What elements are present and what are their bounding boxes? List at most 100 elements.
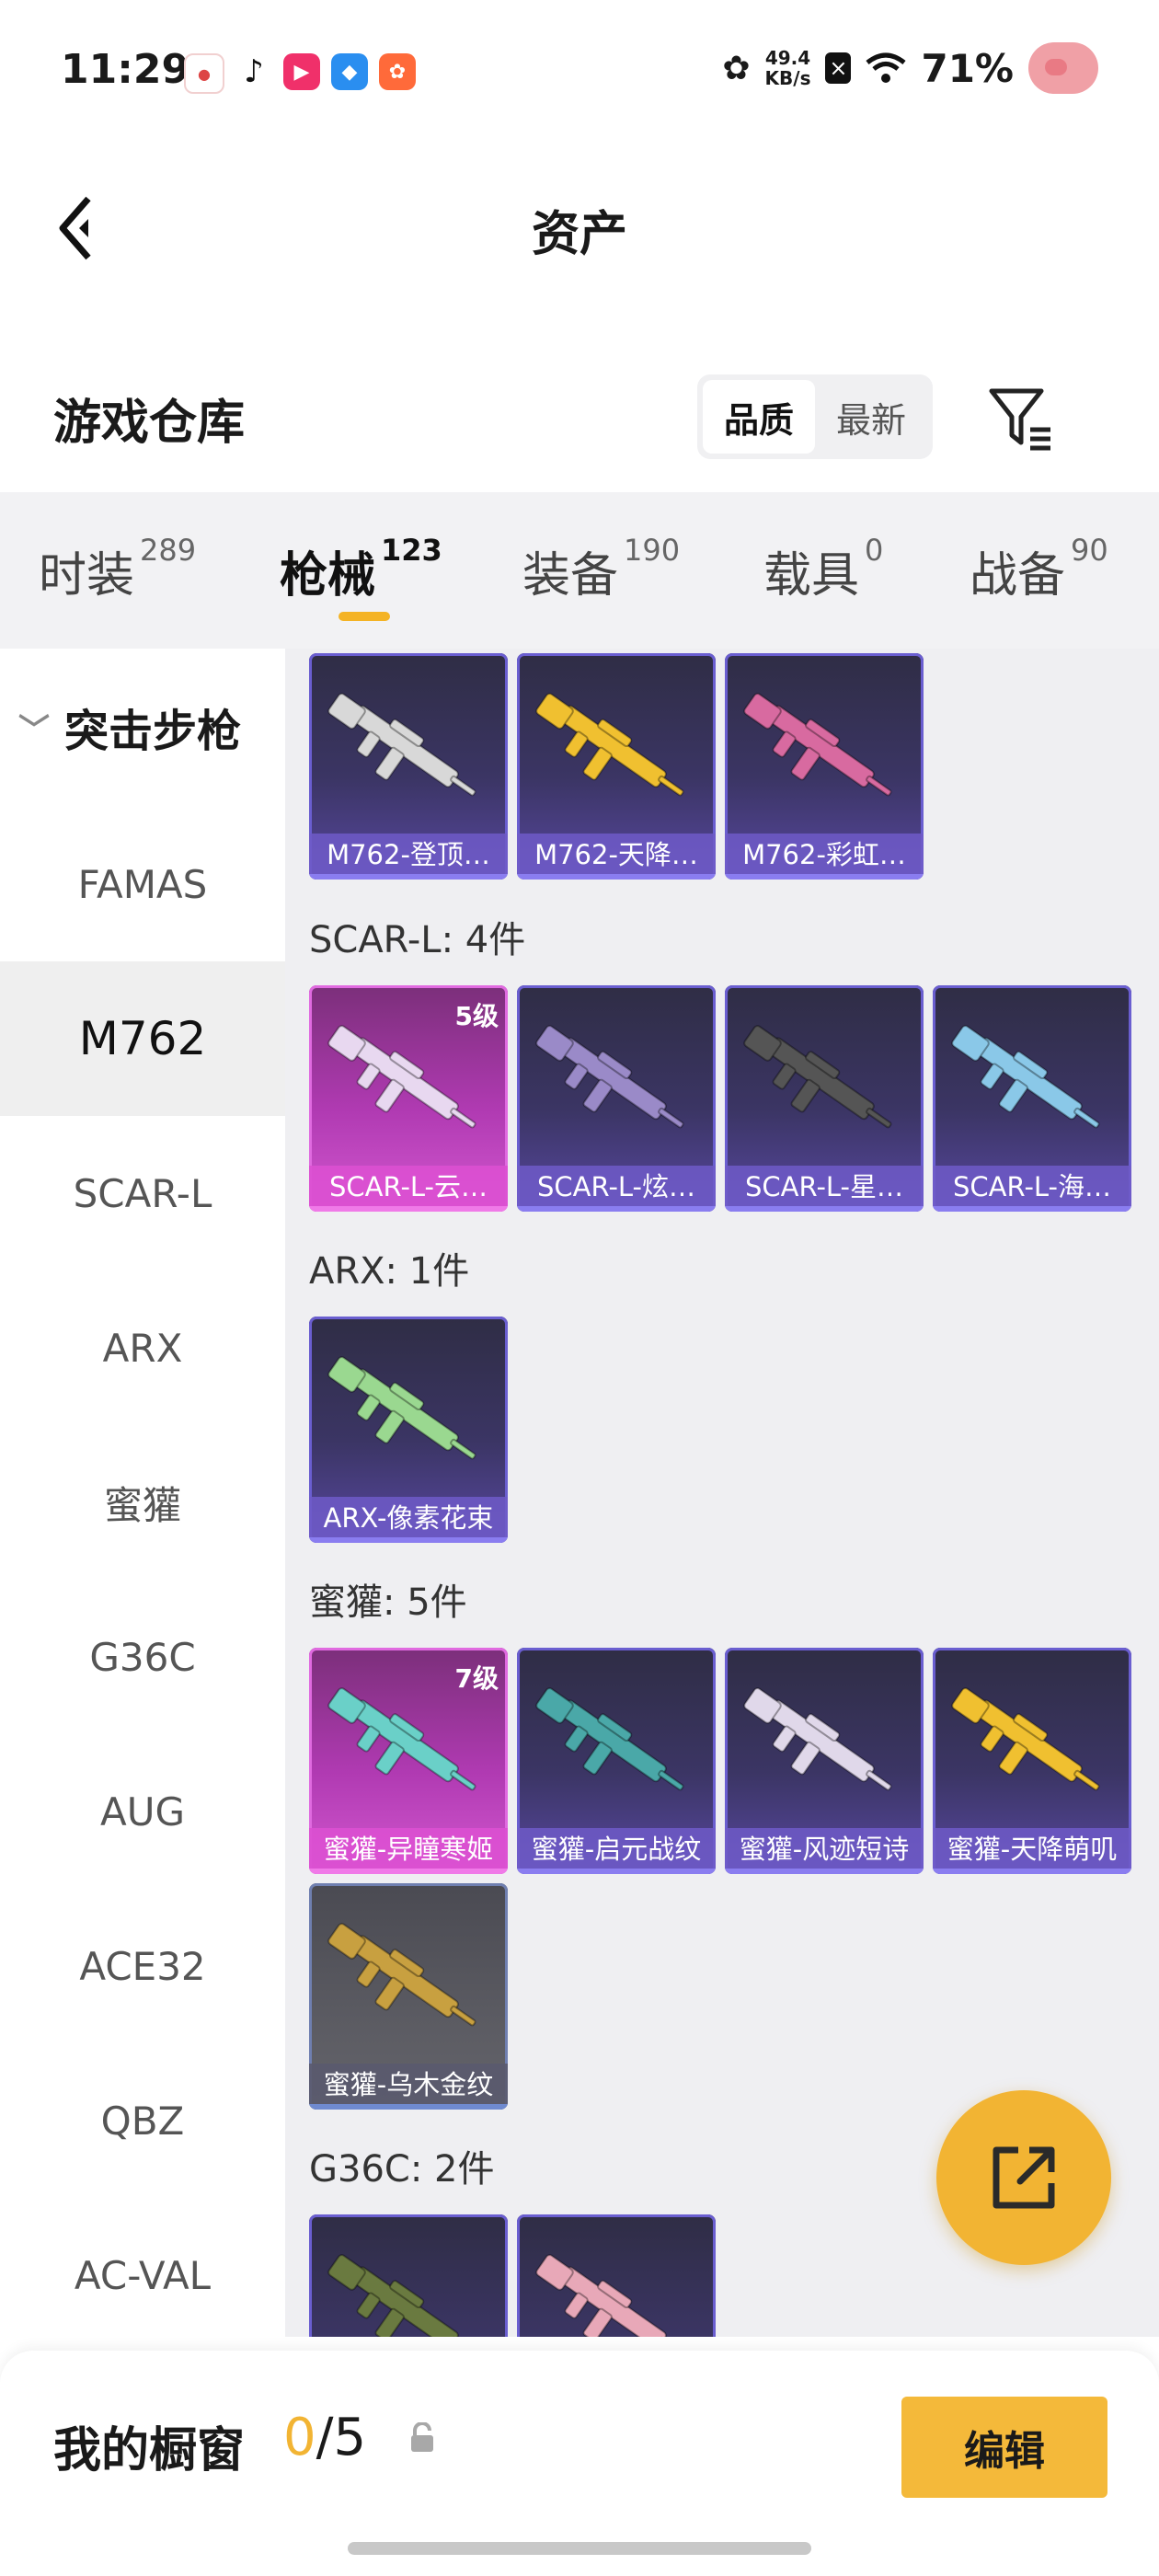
- weapon-card[interactable]: M762-天降…: [517, 653, 716, 880]
- weapon-skin-image: [951, 1687, 1100, 1791]
- vpn-icon: ✿: [722, 49, 751, 87]
- weapon-card[interactable]: 蜜獾-乌木金纹: [309, 1883, 508, 2110]
- filter-button[interactable]: [984, 382, 1058, 455]
- group-label-honey-badger: 蜜獾: 5件: [309, 1581, 467, 1624]
- showcase-bar: 我的橱窗 0/5 编辑: [0, 2351, 1159, 2576]
- sim-off-icon: ×: [825, 52, 852, 84]
- sidebar-item-famas[interactable]: FAMAS: [0, 807, 285, 961]
- card-name: 蜜獾-乌木金纹: [323, 2069, 494, 2100]
- tab-count: 289: [140, 533, 197, 568]
- tab-vehicles[interactable]: 载具 0: [763, 533, 884, 605]
- sidebar-item-m762[interactable]: M762: [0, 961, 285, 1116]
- weapon-skin-image: [327, 1923, 476, 2027]
- weapon-skin-image: [327, 1025, 476, 1129]
- showcase-title: 我的橱窗: [53, 2423, 246, 2478]
- card-rarity-line: [517, 874, 716, 880]
- tab-label: 装备: [522, 548, 619, 604]
- weapon-card[interactable]: [517, 2214, 716, 2337]
- tab-label: 载具: [763, 548, 860, 604]
- weapon-card[interactable]: 蜜獾-天降萌叽: [933, 1648, 1131, 1874]
- wifi-icon: [866, 52, 907, 83]
- card-rarity-line: [725, 874, 924, 880]
- tab-label: 枪械: [280, 548, 376, 604]
- sort-latest-button[interactable]: 最新: [815, 380, 927, 454]
- group-label-g36c: G36C: 2件: [309, 2148, 495, 2191]
- weapon-skin-image: [951, 1025, 1100, 1129]
- tab-count: 0: [865, 533, 884, 568]
- weapon-skin-image: [743, 1025, 892, 1129]
- share-icon: [993, 2146, 1055, 2209]
- tab-fashion[interactable]: 时装 289: [39, 533, 197, 605]
- battery-level: 71%: [921, 45, 1014, 91]
- tiktok-icon: ♪: [235, 53, 272, 90]
- sidebar-item-honey-badger[interactable]: 蜜獾: [0, 1425, 285, 1580]
- weapon-card[interactable]: [309, 2214, 508, 2337]
- weapon-card[interactable]: M762-登顶…: [309, 653, 508, 880]
- red-app-icon: ●: [184, 53, 224, 94]
- tab-count: 90: [1071, 533, 1108, 568]
- tab-tactical[interactable]: 战备 90: [970, 533, 1108, 605]
- card-name: M762-登顶…: [327, 839, 490, 870]
- showcase-count-now: 0: [283, 2408, 316, 2467]
- card-rarity-line: [933, 1206, 1131, 1212]
- weapon-skin-image: [327, 1687, 476, 1791]
- card-name: SCAR-L-炫…: [536, 1171, 696, 1202]
- sidebar-item-aug[interactable]: AUG: [0, 1734, 285, 1889]
- weapon-sidebar: ﹀ 突击步枪 FAMAS M762 SCAR-L ARX 蜜獾 G36C AUG…: [0, 649, 285, 2337]
- card-rarity-line: [517, 1206, 716, 1212]
- card-name: 蜜獾-天降萌叽: [947, 1834, 1118, 1865]
- weapon-card[interactable]: SCAR-L-星…: [725, 985, 924, 1212]
- sidebar-item-arx[interactable]: ARX: [0, 1271, 285, 1425]
- tab-count: 123: [381, 533, 442, 568]
- active-tab-indicator: [339, 612, 390, 621]
- sidebar-item-ace32[interactable]: ACE32: [0, 1889, 285, 2043]
- orange-app-icon: ✿: [379, 53, 416, 90]
- sidebar-item-ac-val[interactable]: AC-VAL: [0, 2198, 285, 2352]
- page-title: 资产: [531, 207, 627, 262]
- card-rarity-line: [517, 1869, 716, 1874]
- tab-label: 战备: [970, 548, 1066, 604]
- sidebar-group-assault-rifles[interactable]: ﹀ 突击步枪: [18, 695, 241, 759]
- weapon-skin-image: [327, 2254, 476, 2337]
- status-bar: 11:29 ● ♪ ▶ ◆ ✿ ✿ 49.4 KB/s × 71%: [0, 0, 1159, 138]
- card-rarity-line: [933, 1869, 1131, 1874]
- tab-equipment[interactable]: 装备 190: [522, 533, 681, 605]
- share-button[interactable]: [936, 2090, 1111, 2265]
- weapon-card[interactable]: M762-彩虹…: [725, 653, 924, 880]
- card-rarity-line: [309, 2104, 508, 2110]
- group-label-arx: ARX: 1件: [309, 1250, 470, 1293]
- card-rarity-line: [309, 1869, 508, 1874]
- weapon-card[interactable]: 7级 蜜獾-异瞳寒姬: [309, 1648, 508, 1874]
- tab-count: 190: [624, 533, 681, 568]
- home-indicator[interactable]: [348, 2542, 811, 2555]
- weapon-skin-image: [743, 1687, 892, 1791]
- weapon-card[interactable]: 蜜獾-启元战纹: [517, 1648, 716, 1874]
- weapon-card[interactable]: ARX-像素花束: [309, 1317, 508, 1543]
- weapon-card[interactable]: 5级 SCAR-L-云…: [309, 985, 508, 1212]
- weapon-card[interactable]: SCAR-L-炫…: [517, 985, 716, 1212]
- pig-avatar-icon: [1028, 42, 1098, 94]
- sidebar-item-g36c[interactable]: G36C: [0, 1580, 285, 1734]
- card-level-badge: 5级: [454, 1001, 499, 1031]
- sort-quality-button[interactable]: 品质: [703, 380, 815, 454]
- card-rarity-line: [309, 1537, 508, 1543]
- status-app-icons: ● ♪ ▶ ◆ ✿: [184, 53, 416, 94]
- group-label-scar-l: SCAR-L: 4件: [309, 919, 526, 961]
- sidebar-item-scar-l[interactable]: SCAR-L: [0, 1116, 285, 1271]
- category-tabs: 时装 289 枪械 123 装备 190 载具 0 战备 90: [0, 492, 1159, 649]
- page-header: 资产: [0, 156, 1159, 285]
- weapon-card[interactable]: 蜜獾-风迹短诗: [725, 1648, 924, 1874]
- warehouse-title: 游戏仓库: [53, 396, 246, 451]
- sidebar-group-label: 突击步枪: [64, 706, 242, 757]
- card-name: ARX-像素花束: [323, 1502, 494, 1534]
- sidebar-item-qbz[interactable]: QBZ: [0, 2043, 285, 2198]
- weapon-skin-image: [743, 693, 892, 797]
- content-area: ﹀ 突击步枪 FAMAS M762 SCAR-L ARX 蜜獾 G36C AUG…: [0, 649, 1159, 2337]
- edit-button[interactable]: 编辑: [901, 2397, 1107, 2498]
- card-rarity-line: [725, 1206, 924, 1212]
- tab-firearms[interactable]: 枪械 123: [280, 533, 442, 605]
- weapon-skin-image: [327, 1356, 476, 1460]
- weapon-card[interactable]: SCAR-L-海…: [933, 985, 1131, 1212]
- card-rarity-line: [725, 1869, 924, 1874]
- sort-segmented-control: 品质 最新: [697, 374, 933, 459]
